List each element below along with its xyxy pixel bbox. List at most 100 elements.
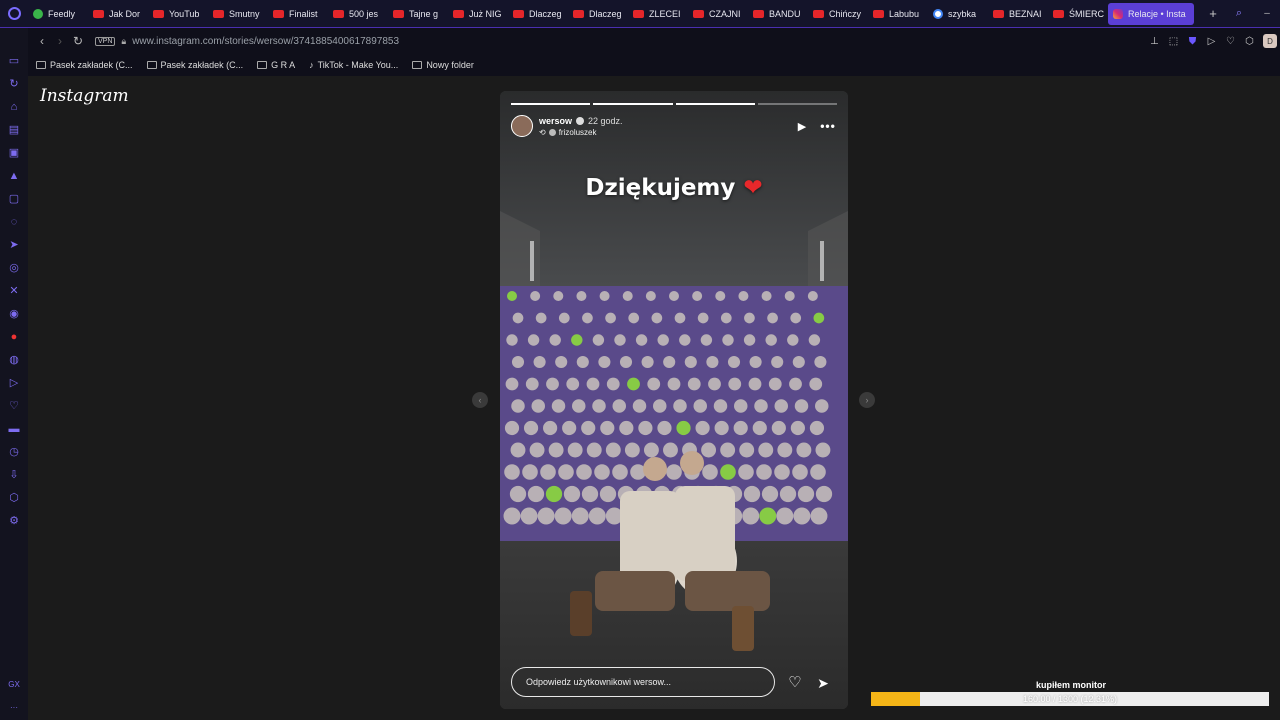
reload-button[interactable]: ↻ — [69, 34, 87, 48]
sidebar-favorites-icon[interactable]: ♡ — [8, 400, 20, 412]
sidebar-extensions-icon[interactable]: ⬡ — [8, 492, 20, 504]
bookmark-item[interactable]: Pasek zakładek (C... — [146, 60, 243, 70]
crowd-person — [765, 334, 777, 346]
bookmark-item[interactable]: Pasek zakładek (C... — [36, 60, 133, 70]
crowd-person — [794, 399, 809, 413]
vpn-badge[interactable]: VPN — [95, 36, 116, 46]
story-avatar[interactable] — [511, 115, 533, 137]
lock-icon[interactable]: 🔒︎ — [121, 36, 126, 47]
youtube-icon — [693, 9, 704, 18]
sidebar-messenger-icon[interactable]: ◌ — [8, 216, 20, 228]
crowd-person — [588, 507, 606, 525]
crowd-person — [771, 355, 784, 369]
story-username[interactable]: wersow — [539, 116, 572, 126]
sidebar-aria-icon[interactable]: ▲ — [8, 170, 20, 182]
tab-label: Już NIG — [469, 8, 502, 19]
tab-item[interactable]: szybka — [928, 3, 988, 25]
url-field[interactable]: www.instagram.com/stories/wersow/3741885… — [132, 36, 1145, 47]
extensions-icon[interactable]: ⬡ — [1240, 36, 1259, 47]
tab-item[interactable]: Labubu — [868, 3, 928, 25]
crowd-person — [582, 312, 593, 324]
reply-input[interactable] — [511, 667, 775, 697]
sidebar-player-icon[interactable]: ▷ — [8, 377, 20, 389]
tab-item[interactable]: YouTub — [148, 3, 208, 25]
sidebar-download-icon[interactable]: ⇩ — [8, 469, 20, 481]
sidebar-more-icon[interactable]: ··· — [10, 703, 18, 712]
crowd-person — [720, 442, 736, 458]
tab-item[interactable]: Chińczy — [808, 3, 868, 25]
bookmark-item[interactable]: ♪ TikTok - Make You... — [309, 60, 398, 70]
minimize-icon[interactable]: – — [1254, 8, 1280, 19]
snapshot-icon[interactable]: ⬚ — [1164, 36, 1183, 47]
crowd-person — [522, 464, 538, 480]
next-story-button[interactable]: › — [859, 392, 875, 408]
crowd-person — [509, 485, 527, 503]
sidebar-flow-icon[interactable]: ⌂ — [8, 101, 20, 113]
crowd-person — [523, 420, 539, 436]
tab-item[interactable]: Jak Dor — [88, 3, 148, 25]
crowd-person — [768, 377, 782, 391]
tab-item[interactable]: CZAJNI — [688, 3, 748, 25]
bookmark-item[interactable]: G R A — [257, 60, 295, 70]
sidebar-wallet-icon[interactable]: ▬ — [8, 423, 20, 435]
sidebar-twitch-icon[interactable]: ▢ — [8, 193, 20, 205]
tab-item[interactable]: Dlaczeg — [568, 3, 628, 25]
sidebar-spotify-icon[interactable]: ◍ — [8, 354, 20, 366]
tab-item[interactable]: Finalist — [268, 3, 328, 25]
pin-icon[interactable]: ⊥ — [1145, 36, 1164, 47]
tab-item[interactable]: ZLECEI — [628, 3, 688, 25]
crowd-person — [738, 291, 749, 301]
sidebar-workspaces-icon[interactable]: ▭ — [8, 55, 20, 67]
crowd-person — [627, 377, 640, 391]
progress-segment — [593, 103, 673, 105]
send-icon[interactable]: ➤ — [814, 674, 832, 692]
tab-item[interactable]: Feedly — [28, 3, 88, 25]
instagram-logo[interactable]: Instagram — [40, 86, 129, 106]
tab-item[interactable]: Tajne g — [388, 3, 448, 25]
tab-item[interactable]: ŚMIERC — [1048, 3, 1108, 25]
sidebar-news-icon[interactable]: ▤ — [8, 124, 20, 136]
tab-label: szybka — [948, 8, 977, 19]
back-button[interactable]: ‹ — [33, 34, 51, 48]
tab-item[interactable]: Smutny — [208, 3, 268, 25]
profile-avatar[interactable]: D — [1263, 34, 1277, 48]
crowd-person — [506, 334, 518, 346]
tab-search-icon[interactable]: ⌕ — [1224, 7, 1254, 20]
tab-item[interactable]: BANDU — [748, 3, 808, 25]
crowd-person — [676, 420, 691, 436]
tab-item[interactable]: Dlaczeg — [508, 3, 568, 25]
crowd-person — [503, 507, 521, 525]
like-heart-icon[interactable]: ♡ — [786, 674, 804, 692]
youtube-icon — [453, 9, 464, 18]
opera-gx-logo-icon[interactable] — [0, 0, 28, 28]
sidebar-settings-icon[interactable]: ⚙ — [8, 515, 20, 527]
sidebar-x-icon[interactable]: ✕ — [8, 285, 20, 297]
crowd-person — [562, 420, 577, 436]
play-icon[interactable]: ▶ — [793, 120, 811, 133]
crowd-person — [606, 377, 620, 391]
sidebar-instagram-icon[interactable]: ◎ — [8, 262, 20, 274]
crowd-person — [511, 355, 525, 369]
bookmark-item[interactable]: Nowy folder — [412, 60, 474, 70]
sidebar-ai-icon[interactable]: ▣ — [8, 147, 20, 159]
sidebar-discord-icon[interactable]: ◉ — [8, 308, 20, 320]
forward-button[interactable]: › — [51, 34, 69, 48]
sidebar-history-icon[interactable]: ↻ — [8, 78, 20, 90]
tab-item[interactable]: 500 jes — [328, 3, 388, 25]
prev-story-button[interactable]: ‹ — [472, 392, 488, 408]
player-icon[interactable]: ▷ — [1202, 36, 1221, 47]
tab-item[interactable]: BEZNAI — [988, 3, 1048, 25]
new-tab-button[interactable]: + — [1202, 6, 1224, 21]
reposted-from[interactable]: frizoluszek — [559, 128, 597, 137]
more-options-icon[interactable]: ••• — [819, 119, 837, 133]
sidebar-clock-icon[interactable]: ◷ — [8, 446, 20, 458]
sidebar-ublock-icon[interactable]: ● — [8, 331, 20, 343]
adblock-shield-icon[interactable]: ⛊ — [1183, 36, 1202, 47]
story-viewer[interactable]: wersow 22 godz. ⟲ frizoluszek ▶ ••• Dzię… — [500, 91, 848, 709]
sidebar-gx-icon[interactable]: GX — [8, 680, 20, 689]
tab-item[interactable]: Relacje • Insta — [1108, 2, 1194, 25]
crowd-person — [792, 464, 808, 480]
tab-item[interactable]: Już NIG — [448, 3, 508, 25]
bookmark-heart-icon[interactable]: ♡ — [1221, 36, 1240, 47]
sidebar-telegram-icon[interactable]: ➤ — [8, 239, 20, 251]
